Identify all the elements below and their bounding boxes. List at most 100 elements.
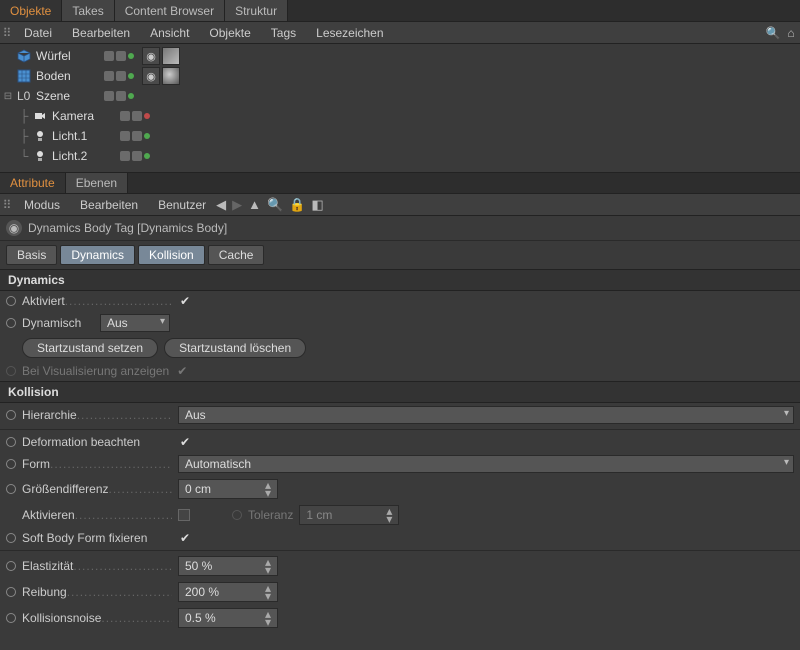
tree-label: Boden	[36, 69, 100, 83]
tab-objekte[interactable]: Objekte	[0, 0, 62, 21]
tag-material-icon[interactable]	[162, 47, 180, 65]
lock-icon[interactable]: 🔒	[289, 197, 305, 213]
tab-content-browser[interactable]: Content Browser	[115, 0, 225, 21]
param-label: Soft Body Form fixieren	[22, 531, 172, 545]
aktivieren-checkbox	[178, 509, 190, 521]
subtab-kollision[interactable]: Kollision	[138, 245, 205, 265]
layer-dot[interactable]	[116, 51, 126, 61]
menu-modus[interactable]: Modus	[14, 195, 70, 215]
tag-dynamics-icon[interactable]: ◉	[142, 47, 160, 65]
layer-dot[interactable]	[120, 131, 130, 141]
cube-icon	[16, 48, 32, 64]
layer-dot[interactable]	[104, 91, 114, 101]
layer-dot[interactable]	[116, 71, 126, 81]
subtab-cache[interactable]: Cache	[208, 245, 265, 265]
menu-tags[interactable]: Tags	[261, 23, 306, 43]
tree-label: Kamera	[52, 109, 116, 123]
enable-dot[interactable]	[128, 73, 134, 79]
tree-row-wuerfel[interactable]: Würfel ◉	[0, 46, 800, 66]
attribute-title: Dynamics Body Tag [Dynamics Body]	[28, 221, 227, 235]
layer-dot[interactable]	[132, 131, 142, 141]
tag-dynamics-icon[interactable]: ◉	[142, 67, 160, 85]
enable-dot[interactable]	[128, 53, 134, 59]
nav-back-icon[interactable]: ◀	[216, 197, 226, 213]
enable-dot[interactable]	[144, 153, 150, 159]
anim-dot[interactable]	[6, 296, 16, 306]
startzustand-setzen-button[interactable]: Startzustand setzen	[22, 338, 158, 358]
subtab-basis[interactable]: Basis	[6, 245, 57, 265]
param-label: Aktiviert	[22, 294, 172, 308]
aktiviert-checkbox[interactable]: ✔	[178, 294, 192, 308]
layer-dot[interactable]	[104, 71, 114, 81]
tab-ebenen[interactable]: Ebenen	[66, 173, 128, 193]
null-icon: L0	[16, 88, 32, 104]
tree-row-boden[interactable]: Boden ◉	[0, 66, 800, 86]
layer-dot[interactable]	[116, 91, 126, 101]
tree-row-licht2[interactable]: └ Licht.2	[0, 146, 800, 166]
anim-dot[interactable]	[6, 533, 16, 543]
menu-bearbeiten[interactable]: Bearbeiten	[70, 195, 148, 215]
light-icon	[32, 128, 48, 144]
enable-dot[interactable]	[128, 93, 134, 99]
hierarchie-select[interactable]: Aus	[178, 406, 794, 424]
anim-dot[interactable]	[6, 318, 16, 328]
anim-dot[interactable]	[6, 484, 16, 494]
svg-text:L0: L0	[17, 89, 31, 103]
tab-attribute[interactable]: Attribute	[0, 173, 66, 193]
tree-label: Szene	[36, 89, 100, 103]
tree-row-szene[interactable]: ⊟ L0 Szene	[0, 86, 800, 106]
anim-dot[interactable]	[6, 613, 16, 623]
param-label: Form	[22, 457, 172, 471]
form-select[interactable]: Automatisch	[178, 455, 794, 473]
layer-dot[interactable]	[104, 51, 114, 61]
startzustand-loeschen-button[interactable]: Startzustand löschen	[164, 338, 306, 358]
grip-icon[interactable]: ⠿	[0, 26, 14, 40]
enable-dot[interactable]	[144, 113, 150, 119]
menu-lesezeichen[interactable]: Lesezeichen	[306, 23, 393, 43]
nav-forward-icon[interactable]: ▶	[232, 197, 242, 213]
tree-row-kamera[interactable]: ├ Kamera	[0, 106, 800, 126]
kollisionsnoise-input[interactable]: 0.5 %▴▾	[178, 608, 278, 628]
home-icon[interactable]: ⌂	[782, 26, 800, 40]
tab-takes[interactable]: Takes	[62, 0, 114, 21]
object-tree: Würfel ◉ Boden ◉ ⊟ L0 Szene	[0, 44, 800, 172]
toleranz-input: 1 cm▴▾	[299, 505, 399, 525]
new-window-icon[interactable]: ◧	[311, 197, 323, 213]
attribute-title-bar: ◉ Dynamics Body Tag [Dynamics Body]	[0, 216, 800, 241]
layer-dot[interactable]	[132, 111, 142, 121]
collapse-toggle[interactable]: ⊟	[0, 91, 16, 102]
nav-up-icon[interactable]: ▲	[248, 197, 261, 212]
enable-dot[interactable]	[144, 133, 150, 139]
tab-struktur[interactable]: Struktur	[225, 0, 288, 21]
anim-dot[interactable]	[6, 561, 16, 571]
softbody-checkbox[interactable]: ✔	[178, 531, 192, 545]
layer-dot[interactable]	[132, 151, 142, 161]
menu-objekte[interactable]: Objekte	[199, 23, 260, 43]
param-label: Elastizität	[22, 559, 172, 573]
light-icon	[32, 148, 48, 164]
grip-icon[interactable]: ⠿	[0, 198, 14, 212]
subtab-dynamics[interactable]: Dynamics	[60, 245, 135, 265]
menu-datei[interactable]: Datei	[14, 23, 62, 43]
dynamisch-select[interactable]: Aus	[100, 314, 170, 332]
reibung-input[interactable]: 200 %▴▾	[178, 582, 278, 602]
tree-label: Würfel	[36, 49, 100, 63]
search-icon[interactable]: 🔍	[267, 197, 283, 213]
layer-dot[interactable]	[120, 111, 130, 121]
deformation-checkbox[interactable]: ✔	[178, 435, 192, 449]
anim-dot[interactable]	[6, 587, 16, 597]
tag-material-icon[interactable]	[162, 67, 180, 85]
layer-dot[interactable]	[120, 151, 130, 161]
anim-dot[interactable]	[6, 410, 16, 420]
param-label: Dynamisch	[22, 316, 94, 330]
menu-bearbeiten[interactable]: Bearbeiten	[62, 23, 140, 43]
attribute-tab-bar: Attribute Ebenen	[0, 172, 800, 194]
menu-ansicht[interactable]: Ansicht	[140, 23, 199, 43]
anim-dot[interactable]	[6, 437, 16, 447]
menu-benutzer[interactable]: Benutzer	[148, 195, 216, 215]
search-icon[interactable]: 🔍	[764, 26, 782, 40]
elastizitaet-input[interactable]: 50 %▴▾	[178, 556, 278, 576]
anim-dot[interactable]	[6, 459, 16, 469]
groessendifferenz-input[interactable]: 0 cm▴▾	[178, 479, 278, 499]
tree-row-licht1[interactable]: ├ Licht.1	[0, 126, 800, 146]
